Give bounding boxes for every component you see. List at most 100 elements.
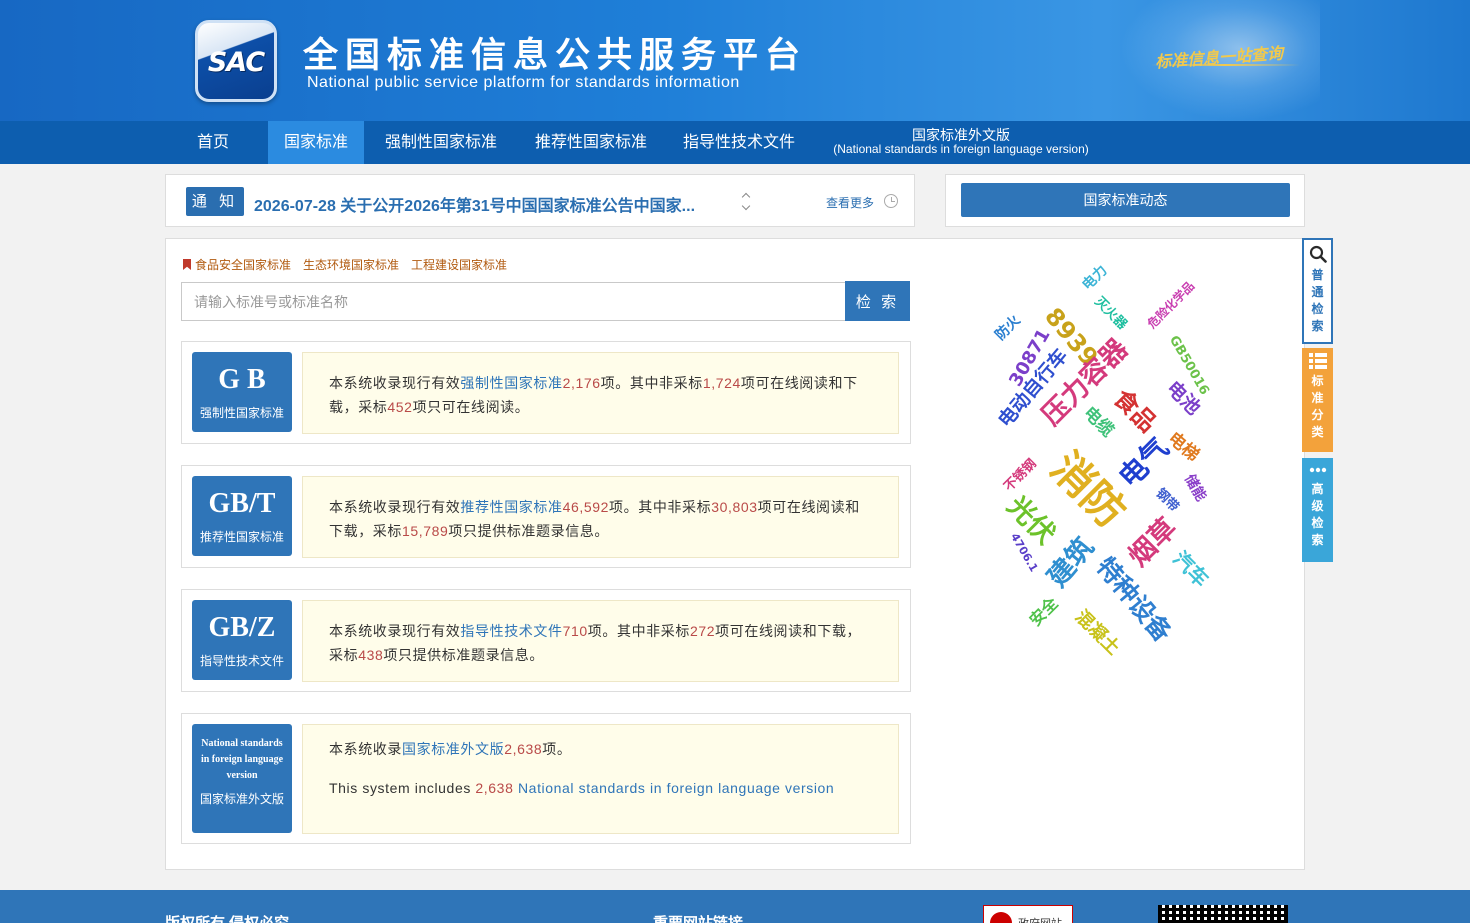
badge-gbt[interactable]: GB/T 推荐性国家标准 xyxy=(192,476,292,556)
badge-gb[interactable]: G B 强制性国家标准 xyxy=(192,352,292,432)
keyword-tag[interactable]: 灭火器 xyxy=(1091,294,1129,332)
chevron-down-icon[interactable] xyxy=(741,201,751,211)
gov-badge-label: 政府网站 xyxy=(1018,915,1062,923)
nav-foreign-cn: 国家标准外文版 xyxy=(912,127,1010,143)
nav-foreign-en: (National standards in foreign language … xyxy=(833,141,1089,156)
keyword-tag[interactable]: 危险化学品 xyxy=(1145,279,1197,331)
site-footer: 版权所有 侵权必究 重要网站链接 政府网站 xyxy=(0,890,1470,923)
nav-recommended[interactable]: 推荐性国家标准 xyxy=(526,121,656,164)
badge-code: GB/T xyxy=(208,488,276,519)
card-foreign: National standards in foreign language v… xyxy=(181,713,911,844)
adopt-count: 452 xyxy=(387,399,413,415)
keyword-tag[interactable]: 汽车 xyxy=(1168,546,1213,591)
card-gbt: GB/T 推荐性国家标准 本系统收录现行有效推荐性国家标准46,592项。其中非… xyxy=(181,465,911,568)
badge-foreign[interactable]: National standards in foreign language v… xyxy=(192,724,292,833)
keyword-tag[interactable]: 防火 xyxy=(992,312,1023,343)
side-tab-label: 标准分类 xyxy=(1311,374,1324,439)
footer-links-title: 重要网站链接 xyxy=(653,912,743,923)
nonadopt-count: 30,803 xyxy=(711,499,758,515)
nav-home[interactable]: 首页 xyxy=(183,121,243,164)
category-food-safety[interactable]: 食品安全国家标准 xyxy=(195,258,291,272)
keyword-tag[interactable]: 建筑 xyxy=(1042,532,1100,593)
card-description: 本系统收录国家标准外文版2,638项。 This system includes… xyxy=(302,724,899,834)
type-link[interactable]: 国家标准外文版 xyxy=(402,741,504,757)
en-type-link[interactable]: National standards in foreign language v… xyxy=(518,780,834,796)
badge-code: G B xyxy=(218,364,266,395)
main-nav: 首页 国家标准 强制性国家标准 推荐性国家标准 指导性技术文件 国家标准外文版 … xyxy=(0,121,1470,164)
card-description: 本系统收录现行有效强制性国家标准2,176项。其中非采标1,724项可在线阅读和… xyxy=(302,352,899,434)
keyword-tag[interactable]: 不锈钢 xyxy=(1001,456,1039,494)
category-engineering[interactable]: 工程建设国家标准 xyxy=(411,258,507,272)
category-links: 食品安全国家标准 生态环境国家标准 工程建设国家标准 xyxy=(183,256,519,273)
nonadopt-count: 1,724 xyxy=(702,375,741,391)
keyword-tag[interactable]: 安全 xyxy=(1026,594,1062,630)
badge-code: GB/Z xyxy=(208,612,276,643)
card-gb: G B 强制性国家标准 本系统收录现行有效强制性国家标准2,176项。其中非采标… xyxy=(181,341,911,444)
type-link[interactable]: 强制性国家标准 xyxy=(460,375,562,391)
gov-emblem-icon xyxy=(990,912,1012,923)
card-description: 本系统收录现行有效推荐性国家标准46,592项。其中非采标30,803项可在线阅… xyxy=(302,476,899,558)
badge-en: National standards in foreign language v… xyxy=(200,738,284,781)
total-count: 46,592 xyxy=(562,499,610,515)
foreign-en-line: This system includes 2,638 National stan… xyxy=(329,780,835,796)
side-tab-classification[interactable]: 标准分类 xyxy=(1302,348,1333,452)
footer-copyright: 版权所有 侵权必究 xyxy=(165,912,289,923)
badge-sub: 强制性国家标准 xyxy=(199,406,284,420)
badge-gbz[interactable]: GB/Z 指导性技术文件 xyxy=(192,600,292,680)
side-tab-label: 普通检索 xyxy=(1311,268,1324,333)
more-dots-icon xyxy=(1309,467,1326,473)
total-count: 2,176 xyxy=(562,375,601,391)
keyword-tag[interactable]: 电缆 xyxy=(1079,403,1117,441)
nav-mandatory[interactable]: 强制性国家标准 xyxy=(376,121,506,164)
site-title-en: National public service platform for sta… xyxy=(307,74,740,91)
notice-scroll-arrows[interactable] xyxy=(740,189,754,215)
keyword-cloud: 电力 灭火器 危险化学品 防火 8939 30871 GB50016 电动自行车 压力容器 电池食… xyxy=(966,249,1266,669)
en-total-count: 2,638 xyxy=(475,780,514,796)
keyword-tag[interactable]: 消防 xyxy=(1041,443,1135,537)
keyword-tag[interactable]: 混凝土 xyxy=(1071,606,1124,659)
adopt-count: 15,789 xyxy=(402,523,449,539)
badge-sub: 指导性技术文件 xyxy=(199,654,284,668)
search-button[interactable]: 检 索 xyxy=(845,281,910,321)
notice-more-link[interactable]: 查看更多 xyxy=(826,194,874,211)
search-icon xyxy=(1309,245,1327,263)
site-title: 全国标准信息公共服务平台 xyxy=(303,36,808,76)
search-input[interactable] xyxy=(181,282,846,321)
badge-sub: 国家标准外文版 xyxy=(199,792,284,806)
keyword-tag[interactable]: 电梯 xyxy=(1164,429,1203,466)
keyword-tag[interactable]: 电力 xyxy=(1079,262,1110,293)
dynamics-button[interactable]: 国家标准动态 xyxy=(961,183,1290,217)
nonadopt-count: 272 xyxy=(689,623,716,639)
side-tab-label: 高级检索 xyxy=(1311,482,1324,547)
site-header: SAC 全国标准信息公共服务平台 National public service… xyxy=(0,0,1470,121)
keyword-tag[interactable]: 钢带 xyxy=(1153,486,1182,515)
notice-tag: 通 知 xyxy=(186,187,244,216)
type-link[interactable]: 推荐性国家标准 xyxy=(460,499,562,515)
nav-foreign-language[interactable]: 国家标准外文版 (National standards in foreign l… xyxy=(830,128,1092,155)
nav-national-standards[interactable]: 国家标准 xyxy=(268,121,364,164)
notice-bar: 通 知 2026-07-28 关于公开2026年第31号中国国家标准公告中国家.… xyxy=(165,174,915,227)
main-panel: 食品安全国家标准生态环境国家标准工程建设国家标准 检 索 G B 强制性国家标准… xyxy=(165,238,1305,870)
dynamics-box: 国家标准动态 xyxy=(945,174,1305,227)
gov-site-badge[interactable]: 政府网站 xyxy=(983,905,1073,923)
category-eco-environment[interactable]: 生态环境国家标准 xyxy=(303,258,399,272)
side-tab-advanced-search[interactable]: 高级检索 xyxy=(1302,458,1333,562)
keyword-tag[interactable]: 储能 xyxy=(1181,472,1209,504)
clock-icon xyxy=(884,194,898,208)
adopt-count: 438 xyxy=(358,647,384,663)
chevron-up-icon[interactable] xyxy=(741,192,751,202)
badge-sub: 推荐性国家标准 xyxy=(199,530,284,544)
card-gbz: GB/Z 指导性技术文件 本系统收录现行有效指导性技术文件710项。其中非采标2… xyxy=(181,589,911,692)
total-count: 710 xyxy=(562,623,588,639)
side-tab-basic-search[interactable]: 普通检索 xyxy=(1302,238,1333,344)
qr-code xyxy=(1158,905,1288,923)
bookmark-icon xyxy=(183,259,191,270)
nav-guidance[interactable]: 指导性技术文件 xyxy=(674,121,804,164)
keyword-tag[interactable]: 食品 xyxy=(1108,384,1162,438)
foreign-cn-line: 本系统收录国家标准外文版2,638项。 xyxy=(329,741,572,757)
notice-headline[interactable]: 2026-07-28 关于公开2026年第31号中国国家标准公告中国家... xyxy=(254,192,695,216)
type-link[interactable]: 指导性技术文件 xyxy=(460,623,562,639)
card-description: 本系统收录现行有效指导性技术文件710项。其中非采标272项可在线阅读和下载，采… xyxy=(302,600,899,682)
list-icon xyxy=(1308,353,1327,369)
sac-logo[interactable]: SAC xyxy=(195,20,277,102)
